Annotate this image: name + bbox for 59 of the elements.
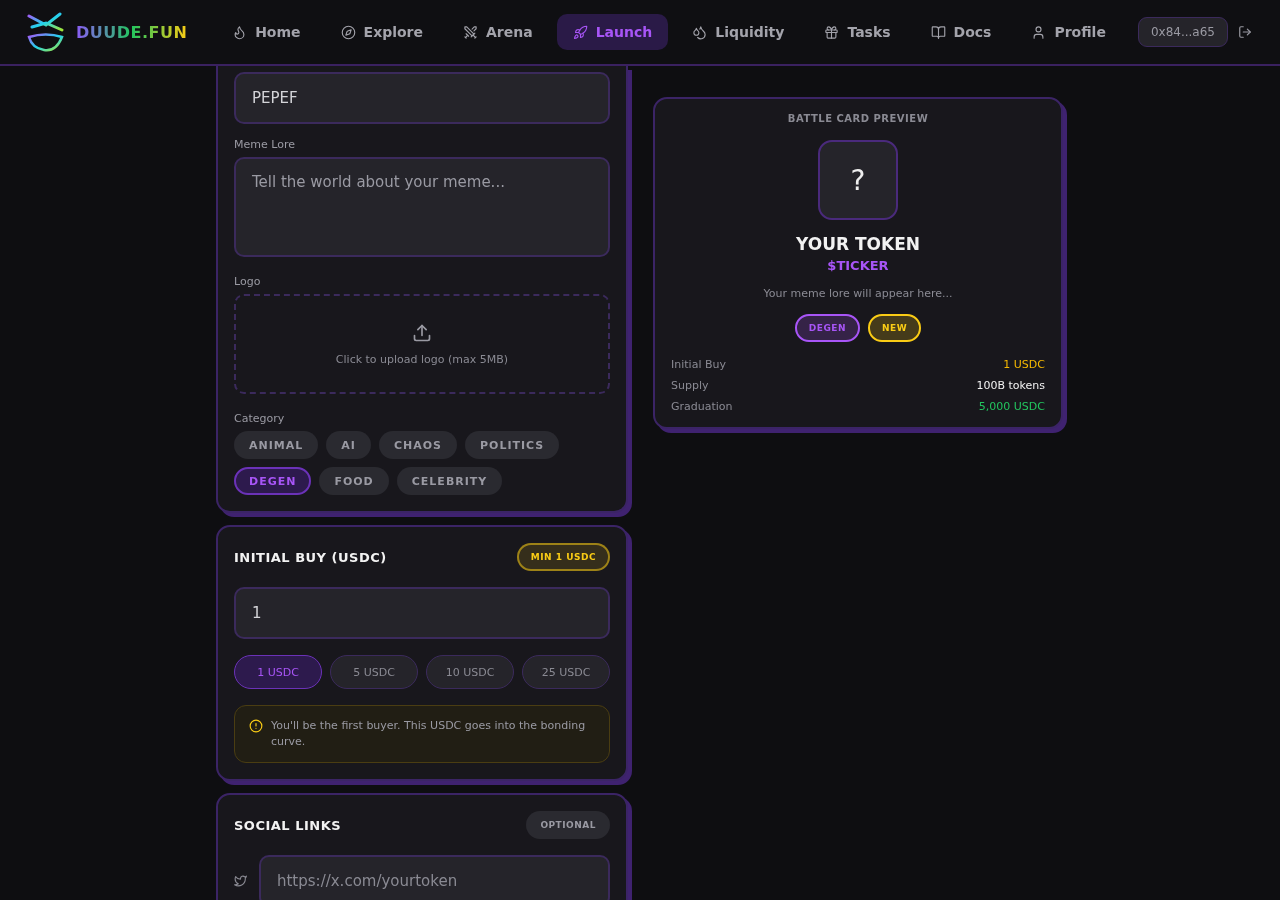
amount-preset[interactable]: 5 USDC <box>330 655 418 689</box>
category-chip[interactable]: DEGEN <box>234 467 312 495</box>
token-tag: DEGEN <box>794 314 861 342</box>
nav-link[interactable]: Liquidity <box>676 14 801 50</box>
stat-label: Initial Buy <box>671 358 726 371</box>
stat-value: 5,000 USDC <box>978 400 1045 413</box>
nav-link[interactable]: Home <box>216 14 317 50</box>
amount-preset[interactable]: 10 USDC <box>426 655 514 689</box>
wallet-button[interactable]: 0x84...a65 <box>1137 17 1228 47</box>
nav-icon <box>930 24 946 40</box>
category-chip[interactable]: AI <box>326 431 371 459</box>
alert-icon <box>249 719 263 733</box>
token-tag: NEW <box>868 314 922 342</box>
upload-hint: Click to upload logo (max 5MB) <box>335 352 509 366</box>
notice-text: You'll be the first buyer. This USDC goes into the bonding curve. <box>271 718 587 750</box>
field-label: Category <box>234 412 286 425</box>
stat-label: Graduation <box>671 400 733 413</box>
category-chip[interactable]: ANIMAL <box>234 431 319 459</box>
nav-icon <box>463 24 478 40</box>
nav-link[interactable]: Arena <box>447 14 549 50</box>
field-label: Logo <box>234 275 262 288</box>
nav-icon <box>824 24 840 40</box>
upload-icon <box>412 322 432 343</box>
amount-preset[interactable]: 25 USDC <box>522 655 610 689</box>
category-chip[interactable]: CELEBRITY <box>396 467 503 495</box>
section-title: INITIAL BUY (USDC) <box>234 549 387 565</box>
logo-icon <box>26 12 66 52</box>
ticker-field[interactable]: PEPEF <box>234 72 610 124</box>
optional-badge: OPTIONAL <box>526 811 610 839</box>
upload-area[interactable]: Click to upload logo (max 5MB) <box>234 294 610 394</box>
preview-title: BATTLE CARD PREVIEW <box>787 113 929 124</box>
stat-label: Supply <box>671 379 709 392</box>
token-name: YOUR TOKEN <box>796 234 920 254</box>
nav-link[interactable]: Docs <box>914 14 1008 50</box>
nav-link[interactable]: Launch <box>556 14 669 50</box>
nav-icon <box>692 24 708 40</box>
nav-icon <box>1031 24 1047 40</box>
logout-icon[interactable] <box>1236 23 1254 41</box>
section-title: SOCIAL LINKS <box>234 817 342 833</box>
category-chip[interactable]: CHAOS <box>378 431 457 459</box>
nav-icon <box>572 24 588 40</box>
token-logo-field: ? <box>818 140 898 220</box>
amount-field[interactable]: 1 <box>234 587 610 639</box>
token-ticker: $TICKER <box>827 258 889 273</box>
category-chip[interactable]: FOOD <box>319 467 389 495</box>
token-lore: Your meme lore will appear here... <box>763 287 953 300</box>
nav-link[interactable]: Explore <box>324 14 439 50</box>
amount-preset[interactable]: 1 USDC <box>234 655 322 689</box>
field-label: Meme Lore <box>234 138 296 151</box>
nav-link[interactable]: Profile <box>1015 14 1122 50</box>
nav-link[interactable]: Tasks <box>808 14 907 50</box>
nav-icon <box>340 24 356 40</box>
lore-field[interactable]: Tell the world about your meme... <box>234 157 610 257</box>
stat-value: 1 USDC <box>1003 358 1045 371</box>
bird-icon <box>234 874 247 888</box>
social-link-field[interactable]: https://x.com/yourtoken <box>258 855 610 900</box>
min-badge: MIN 1 USDC <box>516 543 610 571</box>
stat-value: 100B tokens <box>976 379 1045 392</box>
category-chip[interactable]: POLITICS <box>464 431 560 459</box>
